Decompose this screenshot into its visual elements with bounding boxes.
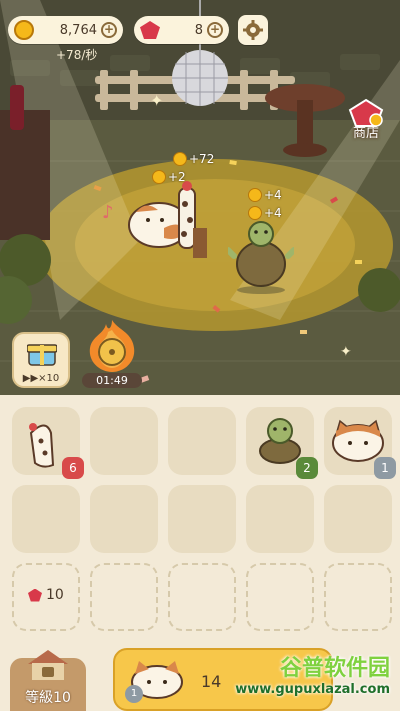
merge-slot[interactable]	[90, 485, 158, 553]
gift-icon	[27, 344, 57, 366]
game-scene[interactable]: ♪ ✦ ✦ 8,764 + 8 + +78/秒 商店 +72 +2 +4 +4 …	[0, 0, 400, 395]
unlock-cost-amount: 10	[46, 587, 64, 603]
merge-slot[interactable]	[168, 407, 236, 475]
income-rate: +78/秒	[56, 48, 98, 62]
fire-disc-icon	[89, 320, 135, 372]
coin-icon	[152, 170, 166, 184]
item-level-badge: 1	[374, 457, 396, 479]
item-level-badge: 6	[62, 457, 84, 479]
coin-gain-popup: +72	[173, 152, 214, 166]
shop-gem-icon	[348, 98, 384, 127]
merge-slot[interactable]: 1	[324, 407, 396, 479]
buy-price: 14	[201, 672, 222, 691]
level-button[interactable]: 等級10	[10, 650, 86, 711]
svg-text:♪: ♪	[102, 202, 114, 223]
svg-text:✦: ✦	[150, 91, 163, 110]
coin-gain-text: +4	[264, 188, 282, 202]
music-boost-timer: 01:49	[82, 373, 142, 388]
merge-slot[interactable]: 2	[246, 407, 318, 479]
coin-counter[interactable]: 8,764 +	[8, 16, 123, 44]
add-coins-icon[interactable]: +	[101, 22, 117, 38]
locked-slot	[90, 563, 158, 631]
coin-gain-text: +4	[264, 206, 282, 220]
gem-icon	[140, 21, 160, 39]
coin-gain-popup: +4	[248, 188, 282, 202]
coin-gain-popup: +4	[248, 206, 282, 220]
coin-gain-popup: +2	[152, 170, 186, 184]
level-label: 等級10	[25, 690, 71, 706]
gem-counter[interactable]: 8 +	[134, 16, 229, 44]
merge-slot[interactable]	[246, 485, 314, 553]
gift-boost-caption: ▶▶×10	[22, 373, 60, 384]
locked-slot	[168, 563, 236, 631]
merge-slot[interactable]	[324, 485, 392, 553]
shop-button[interactable]: 商店	[342, 98, 390, 146]
gem-icon	[28, 588, 42, 602]
house-lock-icon	[28, 650, 68, 680]
locked-slot	[246, 563, 314, 631]
unlock-cost: 10	[28, 587, 64, 603]
gift-boost-button[interactable]: ▶▶×10	[12, 332, 70, 388]
merge-slot[interactable]	[90, 407, 158, 475]
watermark: 谷普软件园 www.gupuxlazal.com	[235, 650, 390, 697]
coin-amount: 8,764	[59, 22, 97, 38]
cat-icon	[332, 419, 384, 462]
coin-icon	[173, 152, 187, 166]
settings-button[interactable]	[238, 15, 268, 45]
turtle-icon	[259, 418, 301, 464]
coin-icon	[14, 20, 34, 40]
watermark-url: www.gupuxlazal.com	[235, 682, 390, 697]
merge-slot[interactable]: 6	[12, 407, 84, 479]
merge-slot[interactable]	[12, 485, 80, 553]
item-level-badge: 2	[296, 457, 318, 479]
music-boost-button[interactable]: 01:49	[82, 320, 142, 388]
giraffe-character[interactable]	[165, 178, 213, 264]
coin-gain-text: +2	[168, 170, 186, 184]
turtle-character[interactable]	[228, 220, 294, 294]
merge-slot[interactable]	[168, 485, 236, 553]
gem-amount: 8	[194, 22, 203, 38]
locked-slot	[324, 563, 392, 631]
watermark-title: 谷普软件园	[279, 656, 390, 681]
coin-icon	[248, 206, 262, 220]
coin-icon	[248, 188, 262, 202]
gear-icon	[243, 20, 263, 40]
svg-text:✦: ✦	[340, 344, 352, 360]
locked-slot[interactable]: 10	[12, 563, 80, 631]
bottom-bar: 等級10 14 1 谷普软件园 www.gupuxlazal.com	[0, 640, 400, 711]
coin-gain-text: +72	[189, 152, 215, 166]
buy-level-badge: 1	[125, 685, 143, 703]
add-gems-icon[interactable]: +	[207, 22, 223, 38]
